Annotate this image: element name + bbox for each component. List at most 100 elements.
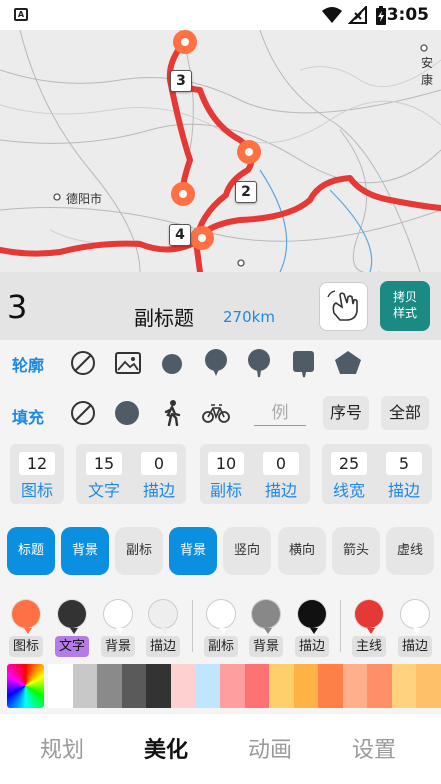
swatch-label-stroke[interactable]: 描边 (146, 636, 181, 657)
swatch-label-subtitle-stroke[interactable]: 描边 (295, 636, 330, 657)
tab-settings[interactable]: 设置 (352, 732, 396, 764)
swatch-label-line-stroke[interactable]: 描边 (398, 636, 433, 657)
line-width-control[interactable]: 25 线宽 (330, 452, 368, 500)
tab-animation[interactable]: 动画 (248, 732, 292, 764)
palette-color-13[interactable] (342, 664, 368, 708)
pin-outline-icon[interactable] (247, 348, 271, 378)
color-palette (0, 664, 441, 708)
waypoint-number-2[interactable]: 2 (235, 181, 257, 203)
palette-color-14[interactable] (367, 664, 393, 708)
walking-icon[interactable] (162, 400, 182, 426)
swatch-divider-2 (340, 600, 341, 652)
icon-size-control[interactable]: 12 图标 (18, 452, 56, 500)
palette-color-8[interactable] (219, 664, 245, 708)
palette-color-3[interactable] (97, 664, 123, 708)
image-outline-icon[interactable] (115, 352, 141, 374)
toggle-title[interactable]: 标题 (7, 527, 55, 575)
swatch-subtitle-bg-color[interactable] (252, 600, 280, 634)
toggle-vertical[interactable]: 竖向 (223, 527, 271, 575)
palette-color-2[interactable] (72, 664, 98, 708)
palette-color-15[interactable] (391, 664, 417, 708)
route-map[interactable]: 德阳市 安康 3 2 4 (0, 30, 441, 272)
swatch-label-background[interactable]: 背景 (101, 636, 136, 657)
copy-style-label-2: 样式 (392, 306, 417, 320)
text-size-control[interactable]: 15 文字 (85, 452, 123, 500)
subtitle-size-value[interactable]: 10 (208, 452, 244, 475)
swatch-icon-color[interactable] (12, 600, 40, 634)
swatch-subtitle-color[interactable] (207, 600, 235, 634)
hand-gesture-icon (327, 290, 358, 321)
tab-beautify[interactable]: 美化 (144, 732, 188, 764)
subtitle-stroke-label: 描边 (264, 481, 297, 500)
bottom-tab-bar: 规划 美化 动画 设置 (0, 714, 441, 784)
swatch-label-icon[interactable]: 图标 (9, 636, 44, 657)
waypoint-info-bar: 3 副标题 270km 拷贝 样式 (0, 272, 441, 340)
route-line-branch (167, 77, 193, 198)
toggle-subtitle[interactable]: 副标 (115, 527, 163, 575)
marker-pin-top (173, 30, 197, 54)
subtitle-stroke-control[interactable]: 0 描边 (262, 452, 300, 500)
palette-color-12[interactable] (318, 664, 344, 708)
line-stroke-label: 描边 (387, 481, 420, 500)
palette-color-6[interactable] (170, 664, 196, 708)
line-stroke-control[interactable]: 5 描边 (385, 452, 423, 500)
line-width-value[interactable]: 25 (331, 452, 367, 475)
subtitle-stroke-value[interactable]: 0 (263, 452, 299, 475)
swatch-line-stroke-color[interactable] (401, 600, 429, 634)
index-button[interactable]: 序号 (323, 396, 369, 430)
no-fill-icon[interactable] (70, 400, 96, 426)
palette-color-5[interactable] (146, 664, 172, 708)
line-width-label: 线宽 (332, 481, 365, 500)
circle-outline-icon[interactable] (160, 352, 184, 376)
circle-fill-icon[interactable] (114, 400, 140, 426)
line-stroke-value[interactable]: 5 (386, 452, 422, 475)
toggle-horizontal[interactable]: 横向 (278, 527, 326, 575)
gesture-button[interactable] (319, 282, 368, 331)
square-outline-icon[interactable] (292, 350, 316, 378)
icon-size-value[interactable]: 12 (19, 452, 55, 475)
all-button[interactable]: 全部 (381, 396, 429, 430)
icon-size-label: 图标 (20, 481, 53, 500)
swatch-subtitle-stroke-color[interactable] (298, 600, 326, 634)
signal-icon (348, 6, 367, 24)
swatch-background-color[interactable] (104, 600, 132, 634)
swatch-label-subtitle-bg[interactable]: 背景 (249, 636, 284, 657)
palette-color-16[interactable] (416, 664, 441, 708)
marker-pin-4a (171, 182, 195, 206)
subtitle-size-control[interactable]: 10 副标 (207, 452, 245, 500)
palette-color-4[interactable] (121, 664, 147, 708)
text-stroke-label: 描边 (142, 481, 175, 500)
text-size-value[interactable]: 15 (86, 452, 122, 475)
toggle-title-bg[interactable]: 背景 (61, 527, 109, 575)
palette-color-9[interactable] (244, 664, 270, 708)
bicycle-icon[interactable] (202, 402, 230, 424)
swatch-label-main-line[interactable]: 主线 (352, 636, 387, 657)
swatch-label-text[interactable]: 文字 (55, 636, 90, 657)
example-text-field[interactable]: 例 (254, 398, 306, 426)
swatch-main-line-color[interactable] (355, 600, 383, 634)
swatch-label-subtitle[interactable]: 副标 (204, 636, 239, 657)
bubble-outline-icon[interactable] (203, 348, 229, 378)
copy-style-label-1: 拷贝 (392, 290, 417, 304)
toggle-arrow[interactable]: 箭头 (332, 527, 380, 575)
text-stroke-value[interactable]: 0 (141, 452, 177, 475)
toggle-subtitle-bg[interactable]: 背景 (169, 527, 217, 575)
swatch-stroke-color[interactable] (149, 600, 177, 634)
tab-plan[interactable]: 规划 (40, 732, 84, 764)
text-stroke-control[interactable]: 0 描边 (140, 452, 178, 500)
pentagon-outline-icon[interactable] (334, 350, 362, 378)
waypoint-subtitle[interactable]: 副标题 (134, 302, 194, 331)
waypoint-number-4[interactable]: 4 (169, 224, 191, 246)
waypoint-number-3[interactable]: 3 (170, 70, 192, 92)
swatch-text-color[interactable] (58, 600, 86, 634)
marker-pin-2 (237, 140, 261, 164)
palette-color-10[interactable] (269, 664, 295, 708)
palette-color-1[interactable] (48, 664, 74, 708)
copy-style-button[interactable]: 拷贝 样式 (380, 281, 430, 331)
palette-color-7[interactable] (195, 664, 221, 708)
outline-label: 轮廓 (12, 356, 45, 375)
no-outline-icon[interactable] (70, 350, 96, 376)
toggle-dashed[interactable]: 虚线 (386, 527, 434, 575)
color-wheel-picker[interactable] (7, 664, 44, 708)
palette-color-11[interactable] (293, 664, 319, 708)
